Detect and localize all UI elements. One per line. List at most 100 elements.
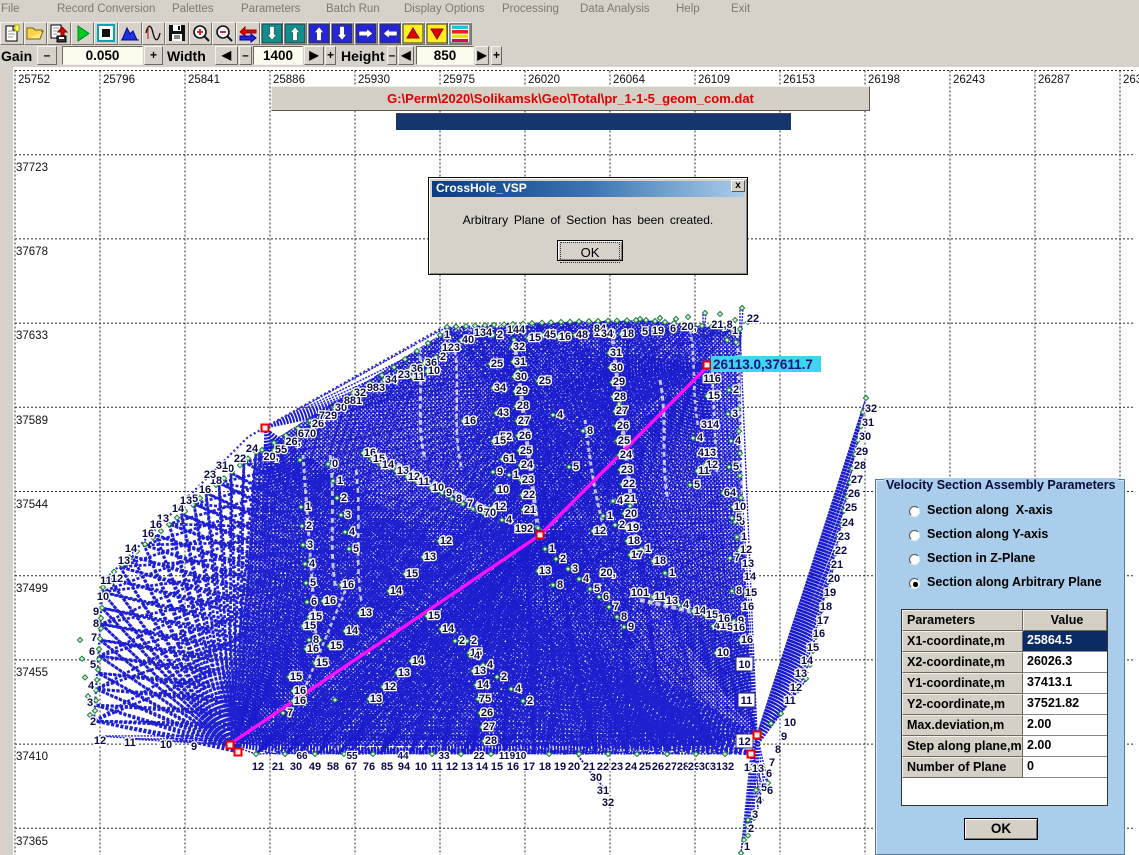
svg-text:5: 5 (353, 543, 359, 555)
svg-text:8: 8 (736, 585, 742, 597)
svg-text:6: 6 (89, 646, 95, 658)
svg-text:21: 21 (524, 504, 536, 516)
svg-text:37589: 37589 (16, 415, 48, 427)
svg-text:4: 4 (349, 526, 356, 538)
svg-text:37410: 37410 (16, 751, 48, 763)
svg-text:10: 10 (415, 761, 427, 773)
svg-text:22: 22 (234, 453, 246, 465)
svg-text:26198: 26198 (868, 74, 900, 86)
svg-text:11: 11 (499, 751, 510, 762)
svg-text:19: 19 (554, 761, 566, 773)
svg-text:14: 14 (382, 459, 395, 471)
svg-text:6: 6 (670, 323, 676, 335)
svg-text:2: 2 (560, 553, 566, 565)
svg-text:15: 15 (706, 609, 718, 621)
svg-text:25930: 25930 (358, 74, 390, 86)
svg-text:4: 4 (683, 599, 690, 611)
svg-text:13: 13 (795, 668, 807, 680)
svg-text:30: 30 (859, 431, 871, 443)
svg-text:21: 21 (272, 761, 284, 773)
svg-text:12: 12 (446, 761, 458, 773)
svg-text:55: 55 (346, 751, 358, 762)
svg-text:26113.0,37611.7: 26113.0,37611.7 (713, 357, 813, 372)
svg-text:15: 15 (529, 332, 541, 344)
svg-text:16: 16 (813, 628, 825, 640)
svg-text:13: 13 (424, 551, 436, 563)
svg-text:21: 21 (831, 559, 843, 571)
svg-text:70: 70 (484, 507, 496, 519)
svg-text:31: 31 (862, 417, 874, 429)
svg-text:15: 15 (708, 390, 720, 402)
svg-text:20,: 20, (263, 451, 278, 463)
svg-text:3: 3 (732, 408, 738, 420)
svg-text:8: 8 (557, 579, 563, 591)
svg-text:34: 34 (601, 328, 614, 340)
svg-text:15: 15 (330, 640, 342, 652)
svg-text:0: 0 (332, 458, 338, 470)
svg-text:314: 314 (701, 419, 720, 431)
svg-text:13: 13 (180, 495, 192, 507)
svg-text:6: 6 (766, 768, 772, 780)
svg-text:31: 31 (610, 347, 622, 359)
svg-text:19: 19 (652, 325, 664, 337)
svg-text:1: 1 (607, 510, 613, 522)
svg-text:12: 12 (111, 573, 123, 585)
svg-text:1: 1 (549, 543, 555, 555)
svg-text:4: 4 (583, 573, 590, 585)
svg-text:29: 29 (516, 385, 528, 397)
svg-text:10: 10 (717, 647, 729, 659)
svg-text:29: 29 (856, 446, 868, 458)
svg-text:15: 15 (494, 435, 506, 447)
svg-text:23: 23 (611, 761, 623, 773)
svg-text:11: 11 (784, 695, 796, 707)
svg-text:4: 4 (474, 650, 481, 662)
svg-text:13: 13 (474, 665, 486, 677)
svg-text:16: 16 (294, 685, 306, 697)
svg-text:49: 49 (309, 761, 321, 773)
svg-text:2: 2 (497, 329, 503, 341)
svg-text:15: 15 (491, 761, 503, 773)
svg-text:14: 14 (442, 623, 455, 635)
svg-text:4: 4 (506, 514, 513, 526)
svg-text:144: 144 (507, 324, 526, 336)
svg-text:4: 4 (756, 795, 763, 807)
svg-text:58: 58 (327, 761, 339, 773)
svg-text:19: 19 (627, 522, 639, 534)
svg-text:23: 23 (398, 369, 410, 381)
svg-text:2: 2 (341, 492, 347, 504)
svg-text:7: 7 (734, 552, 740, 564)
svg-text:8: 8 (456, 493, 462, 505)
svg-text:134: 134 (474, 327, 493, 339)
svg-text:21: 21 (624, 493, 636, 505)
svg-text:23: 23 (522, 474, 534, 486)
svg-text:10: 10 (784, 717, 796, 729)
svg-text:37365: 37365 (16, 836, 48, 848)
svg-text:31: 31 (514, 356, 526, 368)
svg-text:25796: 25796 (103, 74, 135, 86)
svg-text:14: 14 (346, 625, 359, 637)
svg-text:37544: 37544 (16, 499, 49, 511)
svg-text:26: 26 (519, 430, 531, 442)
svg-text:31: 31 (710, 761, 722, 773)
svg-text:25: 25 (539, 375, 551, 387)
svg-text:18: 18 (622, 328, 634, 340)
svg-text:48: 48 (576, 329, 588, 341)
svg-text:16: 16 (742, 601, 754, 613)
svg-text:37678: 37678 (16, 246, 48, 258)
svg-text:94: 94 (398, 761, 411, 773)
svg-text:123: 123 (442, 342, 460, 354)
svg-text:27: 27 (518, 415, 530, 427)
svg-text:28: 28 (485, 735, 497, 747)
svg-text:14: 14 (801, 655, 814, 667)
svg-text:20: 20 (828, 573, 840, 585)
svg-text:3: 3 (572, 563, 578, 575)
svg-text:18: 18 (628, 535, 640, 547)
svg-text:5: 5 (642, 326, 648, 338)
svg-text:13: 13 (752, 763, 764, 775)
svg-text:75: 75 (479, 693, 491, 705)
svg-text:30: 30 (590, 772, 602, 784)
svg-text:32: 32 (722, 761, 734, 773)
svg-text:25841: 25841 (188, 74, 220, 86)
svg-text:11: 11 (124, 737, 136, 749)
svg-text:8: 8 (587, 425, 593, 437)
